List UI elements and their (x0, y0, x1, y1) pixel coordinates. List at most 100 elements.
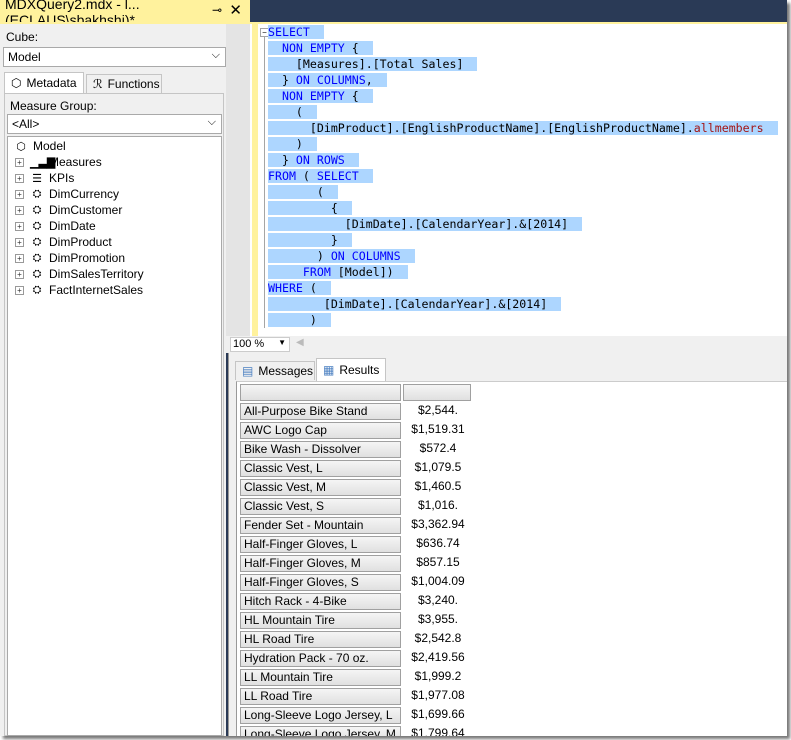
value-cell[interactable]: $572.4 (403, 441, 473, 458)
tree-item[interactable]: + ⛭ DimDate (15, 218, 96, 234)
code-text: { (344, 89, 359, 103)
pin-icon[interactable]: ⊸ (212, 3, 222, 17)
value-cell[interactable]: $1,699.66 (403, 707, 473, 724)
expand-icon[interactable]: + (15, 189, 24, 199)
row-header[interactable]: Long-Sleeve Logo Jersey, M (240, 726, 401, 736)
tree-item[interactable]: + ⛭ DimProduct (15, 234, 112, 250)
value-cell[interactable]: $1,799.64 (403, 726, 473, 736)
tree-label: DimProduct (49, 235, 112, 249)
measure-group-label: Measure Group: (10, 99, 97, 113)
tab-label: Messages (258, 364, 314, 378)
tree-label: DimSalesTerritory (49, 267, 144, 281)
expand-icon[interactable]: + (15, 269, 24, 279)
measure-group-value: <All> (12, 117, 40, 131)
value-cell[interactable]: $857.15 (403, 555, 473, 572)
tree-item[interactable]: + ⛭ DimCustomer (15, 202, 122, 218)
tab-label: Metadata (26, 76, 77, 90)
zoom-select[interactable]: 100 % ▼ (230, 337, 290, 352)
selection: WHERE ( (268, 281, 331, 295)
row-header[interactable]: Classic Vest, L (240, 460, 401, 477)
code-text: } (268, 153, 296, 167)
row-header[interactable]: Half-Finger Gloves, M (240, 555, 401, 572)
row-header[interactable]: Hitch Rack - 4-Bike (240, 593, 401, 610)
value-cell[interactable]: $1,460.5 (403, 479, 473, 496)
value-cell[interactable]: $1,519.31 (403, 422, 473, 439)
code-text: ( (268, 185, 324, 199)
document-tab[interactable]: MDXQuery2.mdx - l...(ECLAUS\sbakhshi)* ⊸… (0, 0, 250, 28)
value-cell[interactable]: $3,240. (403, 593, 473, 610)
code-line: ) (268, 312, 331, 328)
measure-group-select[interactable]: <All> ⌵ (7, 114, 222, 134)
expand-icon[interactable]: + (15, 237, 24, 247)
code-text: ( (295, 169, 317, 183)
expand-icon[interactable]: + (15, 221, 24, 231)
code-text: ) (268, 249, 331, 263)
value-cell[interactable]: $3,362.94 (403, 517, 473, 534)
row-header[interactable]: Half-Finger Gloves, S (240, 574, 401, 591)
value-cell[interactable]: $2,419.56 (403, 650, 473, 667)
value-cell[interactable]: $1,016. (403, 498, 473, 515)
row-header[interactable]: Fender Set - Mountain (240, 517, 401, 534)
cube-select[interactable]: Model ⌵ (3, 47, 226, 67)
row-header[interactable]: LL Road Tire (240, 688, 401, 705)
expand-icon[interactable]: + (15, 205, 24, 215)
tab-functions[interactable]: ℛ Functions (86, 74, 162, 93)
query-editor[interactable]: − SELECT NON EMPTY { [Measures].[Total S… (250, 24, 787, 336)
dimension-icon: ⛭ (32, 251, 42, 264)
code-line: ) (268, 136, 317, 152)
row-header[interactable]: Long-Sleeve Logo Jersey, L (240, 707, 401, 724)
expand-icon[interactable]: + (15, 253, 24, 263)
code-text: [Model]) (330, 265, 394, 279)
value-cell[interactable]: $1,999.2 (403, 669, 473, 686)
tab-messages[interactable]: ▤ Messages (235, 361, 315, 380)
value-cell[interactable]: $2,542.8 (403, 631, 473, 648)
tree-root-model[interactable]: ⬡ Model (14, 138, 66, 154)
row-header[interactable]: All-Purpose Bike Stand (240, 403, 401, 420)
tree-item[interactable]: + ⛭ DimPromotion (15, 250, 125, 266)
column-header[interactable] (403, 384, 471, 401)
keyword: SELECT (268, 25, 310, 39)
keyword: FROM (268, 169, 296, 183)
row-header[interactable]: HL Road Tire (240, 631, 401, 648)
tree-item[interactable]: + ⛭ DimSalesTerritory (15, 266, 144, 282)
tree-label: Measures (49, 155, 102, 169)
tree-item[interactable]: + ⛭ DimCurrency (15, 186, 119, 202)
tab-metadata[interactable]: ⬡ Metadata (4, 72, 84, 93)
code-line: } ON ROWS (268, 152, 359, 168)
value-cell[interactable]: $636.74 (403, 536, 473, 553)
row-header[interactable]: Classic Vest, S (240, 498, 401, 515)
row-header[interactable]: Hydration Pack - 70 oz. (240, 650, 401, 667)
row-header-corner (240, 384, 401, 401)
change-margin (252, 24, 258, 336)
expand-icon[interactable]: + (15, 173, 24, 183)
selection: SELECT (268, 25, 324, 39)
value-cell[interactable]: $3,955. (403, 612, 473, 629)
tree-item[interactable]: + ⛭ FactInternetSales (15, 282, 143, 298)
value-cell[interactable]: $1,004.09 (403, 574, 473, 591)
splitter[interactable] (226, 24, 250, 336)
row-header[interactable]: HL Mountain Tire (240, 612, 401, 629)
row-header[interactable]: Half-Finger Gloves, L (240, 536, 401, 553)
selection: ) ON COLUMNS (268, 249, 415, 263)
row-header[interactable]: LL Mountain Tire (240, 669, 401, 686)
value-cell[interactable]: $2,544. (403, 403, 473, 420)
tree-item[interactable]: + ☰ KPIs (15, 170, 74, 186)
value-cell[interactable]: $1,977.08 (403, 688, 473, 705)
expand-icon[interactable]: + (15, 285, 24, 295)
value-cell[interactable]: $1,079.5 (403, 460, 473, 477)
scroll-left-icon[interactable]: ◀ (296, 337, 304, 348)
row-header[interactable]: AWC Logo Cap (240, 422, 401, 439)
code-line: ( (268, 104, 317, 120)
row-header[interactable]: Bike Wash - Dissolver (240, 441, 401, 458)
messages-icon: ▤ (242, 364, 254, 378)
row-header[interactable]: Classic Vest, M (240, 479, 401, 496)
close-icon[interactable]: ✕ (229, 1, 242, 19)
selection: NON EMPTY { (268, 89, 373, 103)
tree-item[interactable]: + ▁▃▇ Measures (15, 154, 102, 170)
selection: [DimDate].[CalendarYear].&[2014] (268, 297, 562, 311)
expand-icon[interactable]: + (15, 157, 24, 167)
tab-results[interactable]: ▦ Results (316, 358, 386, 381)
tree-label: DimPromotion (49, 251, 126, 265)
selection: ) (268, 137, 317, 151)
